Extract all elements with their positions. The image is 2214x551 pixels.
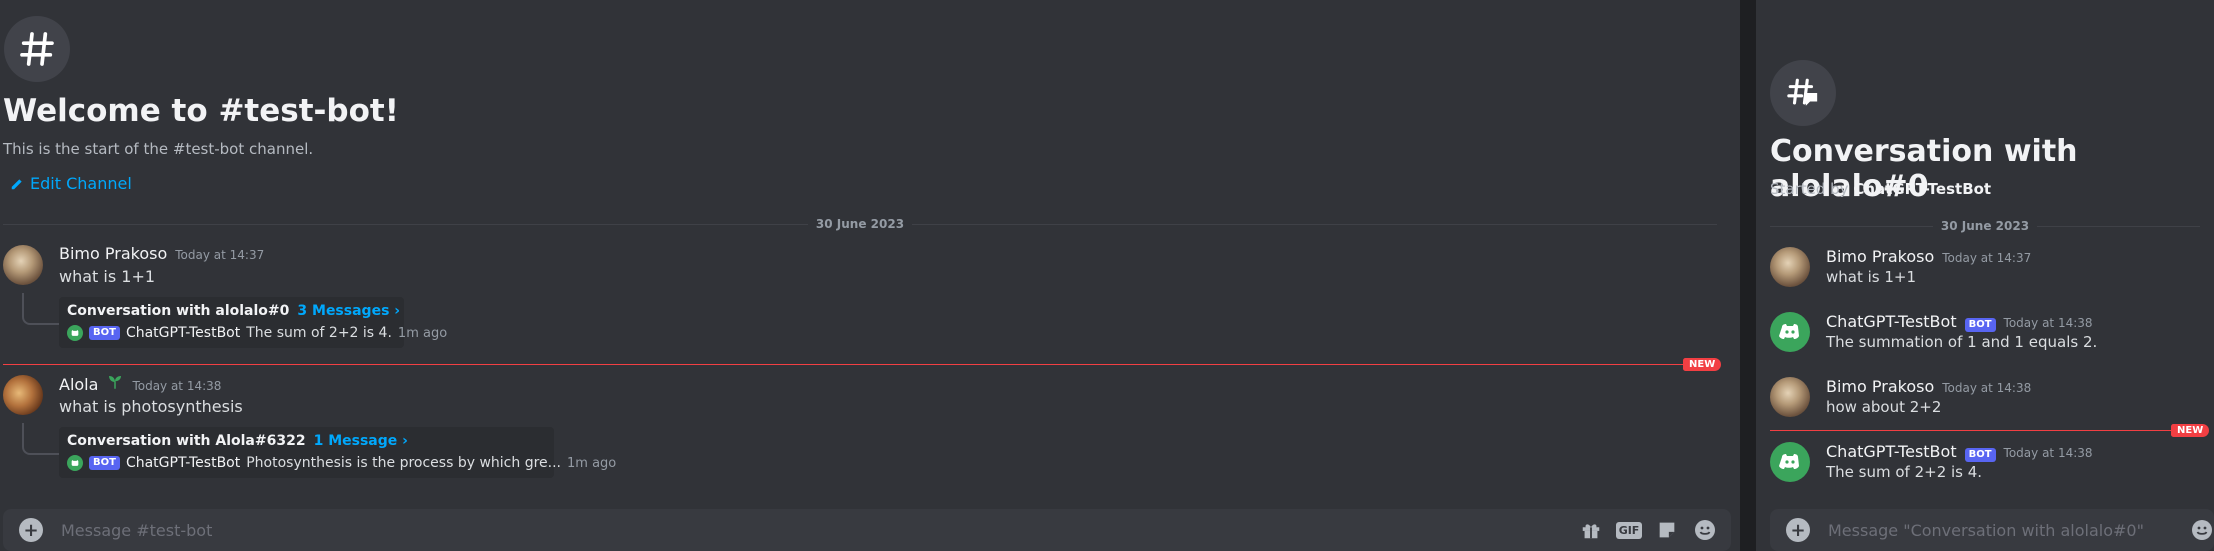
- thread-title: Conversation with alolalo#0: [67, 303, 290, 319]
- date-divider: 30 June 2023: [3, 216, 1717, 232]
- thread-message-composer: +: [1770, 509, 2214, 551]
- message-header: ChatGPT-TestBot BOT Today at 14:38: [1826, 312, 2093, 332]
- date-divider: 30 June 2023: [1770, 218, 2200, 234]
- emoji-icon[interactable]: [2190, 518, 2214, 542]
- emoji-icon[interactable]: [1693, 518, 1717, 542]
- message-header: Bimo Prakoso Today at 14:37: [1826, 247, 2031, 266]
- bot-tag: BOT: [1964, 318, 1996, 332]
- new-badge: NEW: [1683, 358, 1722, 371]
- thread-ago: 1m ago: [567, 455, 617, 471]
- gif-icon[interactable]: GIF: [1615, 518, 1643, 542]
- thread-pane: Conversation with alolalo#0 Started by C…: [1756, 0, 2214, 551]
- thread-spine: [22, 293, 60, 325]
- username[interactable]: Bimo Prakoso: [1826, 377, 1934, 396]
- pencil-icon: [11, 178, 22, 189]
- bot-tag: BOT: [1964, 448, 1996, 462]
- timestamp: Today at 14:38: [1942, 381, 2032, 395]
- attach-plus-icon[interactable]: +: [19, 518, 43, 542]
- thread-message-count[interactable]: 1 Message ›: [314, 433, 408, 449]
- new-messages-line: [3, 364, 1683, 365]
- thread-message-input[interactable]: [1826, 519, 2190, 541]
- bot-avatar[interactable]: [1770, 312, 1810, 352]
- timestamp: Today at 14:38: [2003, 446, 2093, 460]
- started-by-name[interactable]: ChatGPT-TestBot: [1853, 180, 1991, 198]
- sticker-icon[interactable]: [1655, 518, 1679, 542]
- bot-avatar[interactable]: [1770, 442, 1810, 482]
- discord-icon: [1779, 324, 1799, 339]
- edit-channel-label: Edit Channel: [30, 174, 132, 193]
- avatar[interactable]: [3, 375, 43, 415]
- date-divider-label: 30 June 2023: [815, 217, 905, 231]
- timestamp: Today at 14:38: [132, 379, 222, 393]
- hashtag-icon: [4, 16, 70, 82]
- thread-ago: 1m ago: [397, 325, 448, 341]
- discord-icon: [1779, 454, 1799, 469]
- timestamp: Today at 14:37: [175, 248, 265, 262]
- bot-avatar-icon: [67, 455, 83, 471]
- attach-plus-icon[interactable]: +: [1786, 518, 1810, 542]
- avatar[interactable]: [1770, 377, 1810, 417]
- thread-preview-text: Photosynthesis is the process by which g…: [246, 455, 561, 471]
- welcome-title: Welcome to #test-bot!: [3, 93, 399, 129]
- message-text: what is 1+1: [1826, 268, 1917, 286]
- date-divider-label: 30 June 2023: [1940, 219, 2030, 233]
- avatar[interactable]: [3, 245, 43, 285]
- thread-icon: [1770, 60, 1836, 126]
- bot-tag: BOT: [89, 456, 120, 470]
- thread-message-count[interactable]: 3 Messages ›: [297, 303, 400, 319]
- avatar[interactable]: [1770, 247, 1810, 287]
- message-text: The summation of 1 and 1 equals 2.: [1826, 333, 2098, 351]
- timestamp: Today at 14:38: [2003, 316, 2093, 330]
- thread-bot-name: ChatGPT-TestBot: [125, 455, 241, 471]
- thread-card[interactable]: Conversation with alolalo#0 3 Messages ›…: [59, 297, 447, 348]
- bot-tag: BOT: [89, 326, 120, 340]
- channel-pane: Welcome to #test-bot! This is the start …: [0, 0, 1740, 551]
- username[interactable]: ChatGPT-TestBot: [1826, 312, 1957, 331]
- edit-channel-link[interactable]: Edit Channel: [10, 174, 132, 193]
- sprout-icon: [109, 376, 122, 389]
- welcome-subtitle: This is the start of the #test-bot chann…: [3, 140, 314, 158]
- message-composer: + GIF: [3, 509, 1731, 551]
- thread-card[interactable]: Conversation with Alola#6322 1 Message ›…: [59, 427, 616, 478]
- message-input[interactable]: [59, 519, 1579, 541]
- message-text: what is photosynthesis: [59, 397, 243, 416]
- new-messages-line: [1770, 430, 2185, 431]
- username[interactable]: Bimo Prakoso: [59, 244, 167, 263]
- username[interactable]: ChatGPT-TestBot: [1826, 442, 1957, 461]
- gif-label: GIF: [1615, 521, 1643, 539]
- gift-icon[interactable]: [1579, 518, 1603, 542]
- bot-avatar-icon: [67, 325, 83, 341]
- thread-spine: [22, 423, 60, 455]
- thread-bot-name: ChatGPT-TestBot: [125, 325, 241, 341]
- new-badge: NEW: [2171, 424, 2210, 437]
- message-header: Bimo Prakoso Today at 14:38: [1826, 377, 2031, 396]
- thread-title: Conversation with Alola#6322: [67, 433, 306, 449]
- username[interactable]: Alola: [59, 375, 98, 394]
- message-header: ChatGPT-TestBot BOT Today at 14:38: [1826, 442, 2093, 462]
- pane-resize-divider[interactable]: [1740, 0, 1756, 551]
- message-text: how about 2+2: [1826, 398, 1942, 416]
- message-header: Bimo Prakoso Today at 14:37: [59, 244, 264, 263]
- message-text: The sum of 2+2 is 4.: [1826, 463, 1983, 481]
- started-by-prefix: Started by: [1770, 180, 1849, 198]
- started-by: Started by ChatGPT-TestBot: [1770, 180, 1991, 198]
- username[interactable]: Bimo Prakoso: [1826, 247, 1934, 266]
- message-text: what is 1+1: [59, 267, 156, 286]
- timestamp: Today at 14:37: [1942, 251, 2032, 265]
- message-header: Alola Today at 14:38: [59, 374, 221, 394]
- thread-preview-text: The sum of 2+2 is 4.: [246, 325, 392, 341]
